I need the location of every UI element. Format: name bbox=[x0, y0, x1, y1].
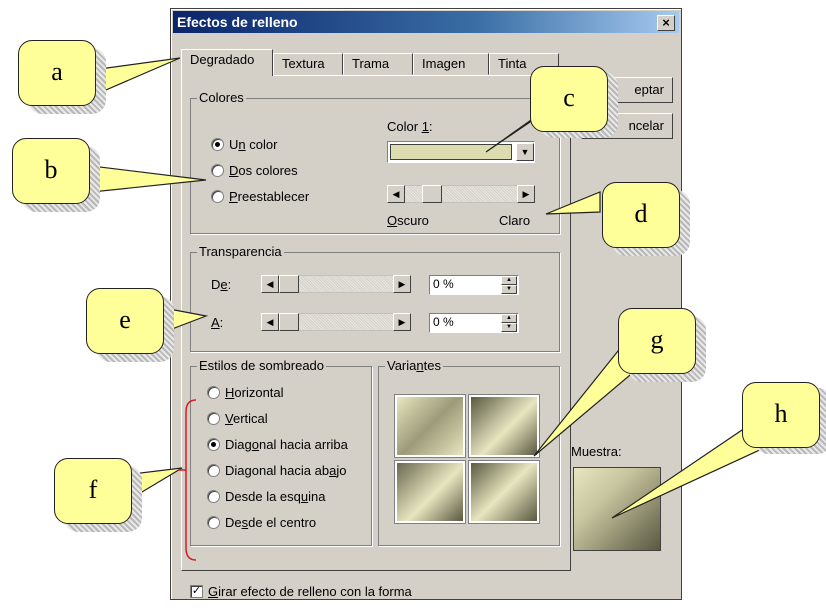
callout-d: d bbox=[602, 182, 680, 248]
radio-dot bbox=[207, 516, 220, 529]
dialog-title: Efectos de relleno bbox=[177, 14, 298, 30]
radio-label: Un color bbox=[229, 137, 278, 152]
slider-thumb[interactable] bbox=[279, 313, 299, 331]
arrow-left-icon[interactable]: ◀ bbox=[261, 313, 279, 331]
de-value-input[interactable]: 0 % ▲ ▼ bbox=[429, 275, 519, 295]
rotate-checkbox[interactable]: ✓ Girar efecto de relleno con la forma bbox=[190, 584, 412, 599]
a-value: 0 % bbox=[433, 315, 454, 329]
tab-degradado[interactable]: Degradado bbox=[181, 49, 273, 76]
radio-label: Dos colores bbox=[229, 163, 298, 178]
transparencia-legend: Transparencia bbox=[197, 244, 284, 259]
de-label: De: bbox=[211, 277, 232, 292]
dark-light-slider[interactable]: ◀ ▶ bbox=[387, 185, 535, 203]
radio-dos-colores[interactable]: Dos colores bbox=[211, 163, 298, 178]
radio-horizontal[interactable]: Horizontal bbox=[207, 385, 284, 400]
variant-3[interactable] bbox=[395, 461, 465, 523]
variant-2[interactable] bbox=[469, 395, 539, 457]
color1-dropdown[interactable]: ▼ bbox=[387, 141, 535, 163]
tab-textura[interactable]: Textura bbox=[273, 53, 343, 75]
radio-label: Diagonal hacia abajo bbox=[225, 463, 347, 478]
callout-h: h bbox=[742, 382, 820, 448]
slider-thumb[interactable] bbox=[279, 275, 299, 293]
radio-dot bbox=[207, 464, 220, 477]
variantes-group: Variantes bbox=[378, 358, 560, 546]
spin-up-icon[interactable]: ▲ bbox=[501, 314, 517, 323]
radio-preestablecer[interactable]: Preestablecer bbox=[211, 189, 309, 204]
arrow-left-icon[interactable]: ◀ bbox=[387, 185, 405, 203]
callout-c: c bbox=[530, 66, 608, 132]
radio-desde-centro[interactable]: Desde el centro bbox=[207, 515, 316, 530]
transparencia-group: Transparencia De: ◀ ▶ 0 % ▲ ▼ A: ◀ ▶ 0 % … bbox=[190, 244, 560, 352]
de-value: 0 % bbox=[433, 277, 454, 291]
radio-dot bbox=[211, 164, 224, 177]
cancel-button-label: ncelar bbox=[628, 118, 664, 133]
radio-diagonal-arriba[interactable]: Diagonal hacia arriba bbox=[207, 437, 348, 452]
light-label: Claro bbox=[499, 213, 531, 228]
arrow-right-icon[interactable]: ▶ bbox=[517, 185, 535, 203]
variantes-legend: Variantes bbox=[385, 358, 443, 373]
muestra-label: Muestra: bbox=[571, 444, 622, 459]
tab-imagen[interactable]: Imagen bbox=[413, 53, 489, 75]
de-spinner[interactable]: ▲ ▼ bbox=[501, 276, 517, 294]
callout-a: a bbox=[18, 40, 96, 106]
a-label: A: bbox=[211, 315, 224, 330]
a-slider[interactable]: ◀ ▶ bbox=[261, 313, 411, 331]
spin-down-icon[interactable]: ▼ bbox=[501, 285, 517, 294]
radio-label: Desde la esquina bbox=[225, 489, 326, 504]
radio-label: Desde el centro bbox=[225, 515, 317, 530]
callout-g: g bbox=[618, 308, 696, 374]
radio-un-color[interactable]: Un color bbox=[211, 137, 277, 152]
spin-down-icon[interactable]: ▼ bbox=[501, 323, 517, 332]
callout-e: e bbox=[86, 288, 164, 354]
radio-dot bbox=[211, 138, 224, 151]
radio-dot bbox=[207, 438, 220, 451]
colores-group: Colores Un color Dos colores Preestablec… bbox=[190, 90, 560, 234]
dark-label: Oscuro bbox=[387, 213, 429, 228]
spin-up-icon[interactable]: ▲ bbox=[501, 276, 517, 285]
radio-label: Horizontal bbox=[225, 385, 284, 400]
variant-4[interactable] bbox=[469, 461, 539, 523]
radio-label: Diagonal hacia arriba bbox=[225, 437, 348, 452]
tab-trama[interactable]: Trama bbox=[343, 53, 413, 75]
radio-label: Vertical bbox=[225, 411, 268, 426]
radio-diagonal-abajo[interactable]: Diagonal hacia abajo bbox=[207, 463, 346, 478]
radio-dot bbox=[207, 386, 220, 399]
close-icon[interactable]: × bbox=[657, 15, 675, 31]
variant-1[interactable] bbox=[395, 395, 465, 457]
arrow-left-icon[interactable]: ◀ bbox=[261, 275, 279, 293]
radio-dot bbox=[211, 190, 224, 203]
checkbox-check-icon: ✓ bbox=[190, 585, 203, 598]
color1-swatch bbox=[390, 144, 512, 160]
de-slider[interactable]: ◀ ▶ bbox=[261, 275, 411, 293]
slider-thumb[interactable] bbox=[422, 185, 442, 203]
callout-b: b bbox=[12, 138, 90, 204]
arrow-right-icon[interactable]: ▶ bbox=[393, 313, 411, 331]
radio-dot bbox=[207, 412, 220, 425]
title-bar: Efectos de relleno × bbox=[173, 11, 679, 33]
sample-preview bbox=[573, 467, 661, 551]
color1-label: Color 1: bbox=[387, 119, 433, 134]
radio-vertical[interactable]: Vertical bbox=[207, 411, 268, 426]
arrow-right-icon[interactable]: ▶ bbox=[393, 275, 411, 293]
rotate-label: Girar efecto de relleno con la forma bbox=[208, 584, 412, 599]
a-spinner[interactable]: ▲ ▼ bbox=[501, 314, 517, 332]
sombreado-group: Estilos de sombreado Horizontal Vertical… bbox=[190, 358, 372, 546]
sombreado-legend: Estilos de sombreado bbox=[197, 358, 327, 373]
a-value-input[interactable]: 0 % ▲ ▼ bbox=[429, 313, 519, 333]
radio-desde-esquina[interactable]: Desde la esquina bbox=[207, 489, 325, 504]
colores-legend: Colores bbox=[197, 90, 246, 105]
chevron-down-icon[interactable]: ▼ bbox=[516, 143, 534, 161]
gradient-tab-panel: Colores Un color Dos colores Preestablec… bbox=[181, 75, 571, 599]
ok-button-label: eptar bbox=[634, 82, 664, 97]
radio-dot bbox=[207, 490, 220, 503]
radio-label: Preestablecer bbox=[229, 189, 310, 204]
callout-f: f bbox=[54, 458, 132, 524]
